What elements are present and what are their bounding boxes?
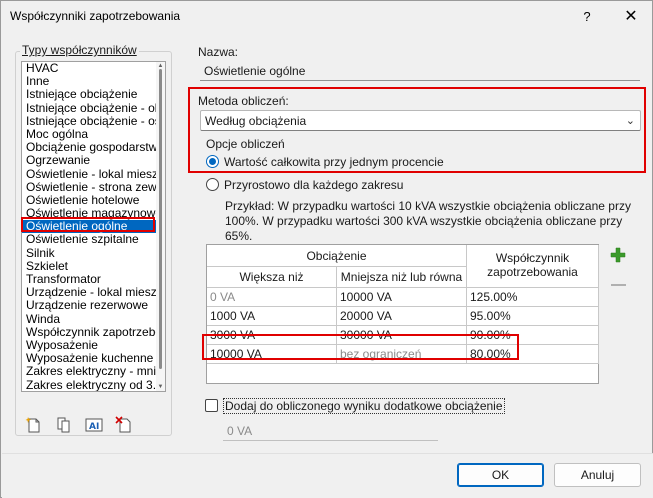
list-item[interactable]: Zakres elektryczny - mniej r (22, 365, 157, 378)
header-greater-than: Większa niż (207, 267, 337, 288)
list-item[interactable]: Winda (22, 313, 157, 326)
ok-button[interactable]: OK (457, 463, 544, 487)
factor-types-list[interactable]: HVAC Inne Istniejące obciążenie Istniejące … (21, 61, 166, 392)
window-title: Współczynniki zapotrzebowania (10, 9, 181, 23)
radio-total-single-percent-label[interactable]: Wartość całkowita przy jednym procencie (224, 155, 444, 169)
method-dropdown[interactable]: Według obciążenia ⌄ (200, 110, 641, 131)
row2-factor[interactable]: 95.00% (467, 307, 599, 326)
radio-incremental[interactable] (206, 178, 219, 191)
list-item[interactable]: Transformator (22, 273, 157, 286)
header-less-or-equal: Mniejsza niż lub równa (337, 267, 467, 288)
list-item[interactable]: Wyposażenie kuchenne - l (22, 352, 157, 365)
list-item[interactable]: Oświetlenie - lokal mieszkal (22, 168, 157, 181)
radio-incremental-label[interactable]: Przyrostowo dla każdego zakresu (224, 178, 403, 192)
row3-less[interactable]: 30000 VA (337, 326, 467, 345)
svg-text:AI: AI (89, 422, 99, 432)
list-item[interactable]: Oświetlenie - strona zewnęt (22, 181, 157, 194)
additional-load-checkbox[interactable] (205, 399, 218, 412)
row4-factor[interactable]: 80.00% (467, 345, 599, 364)
list-scrollbar[interactable]: ▲ ▼ (156, 62, 165, 391)
list-item[interactable]: Inne (22, 75, 157, 88)
list-item[interactable]: Oświetlenie hotelowe (22, 194, 157, 207)
method-dropdown-value: Według obciążenia (205, 114, 307, 128)
row1-less[interactable]: 10000 VA (337, 288, 467, 307)
add-row-icon[interactable] (610, 247, 626, 263)
list-item[interactable]: Obciążenie gospodarstwa r (22, 141, 157, 154)
list-item[interactable]: Oświetlenie magazynowe (22, 207, 157, 220)
list-items: HVAC Inne Istniejące obciążenie Istniejące … (22, 62, 157, 392)
row2-greater[interactable]: 1000 VA (207, 307, 337, 326)
list-item[interactable]: HVAC (22, 62, 157, 75)
radio-total-single-percent[interactable] (206, 155, 219, 168)
row1-greater: 0 VA (207, 288, 337, 307)
name-label: Nazwa: (198, 45, 239, 59)
scroll-thumb[interactable] (159, 69, 162, 369)
name-field: Oświetlenie ogólne (200, 61, 640, 81)
close-button[interactable]: ✕ (617, 5, 645, 29)
options-group-label: Opcje obliczeń (206, 137, 285, 151)
header-demand-factor: Współczynnik zapotrzebowania (467, 245, 599, 288)
additional-load-label[interactable]: Dodaj do obliczonego wyniku dodatkowe ob… (223, 398, 505, 414)
cancel-button[interactable]: Anuluj (554, 463, 641, 487)
row2-less[interactable]: 20000 VA (337, 307, 467, 326)
delete-type-icon[interactable] (115, 416, 133, 434)
row1-factor[interactable]: 125.00% (467, 288, 599, 307)
row4-greater[interactable]: 10000 VA (207, 345, 337, 364)
list-item[interactable]: Istniejące obciążenie - obci (22, 102, 157, 115)
scroll-down-icon[interactable]: ▼ (157, 384, 164, 390)
list-item[interactable]: Szkielet (22, 260, 157, 273)
list-item[interactable]: Współczynnik zapotrzebow (22, 326, 157, 339)
rename-type-icon[interactable]: AI (85, 416, 103, 434)
load-ranges-table[interactable]: Obciążenie Współczynnik zapotrzebowania … (206, 244, 599, 384)
method-label: Metoda obliczeń: (198, 94, 289, 108)
row4-less: bez ograniczeń (337, 345, 467, 364)
list-item[interactable]: Istniejące obciążenie (22, 88, 157, 101)
list-item[interactable]: Wyposażenie (22, 339, 157, 352)
factor-types-label: Typy współczynników (20, 43, 139, 57)
list-item[interactable]: Urządzenie rezerwowe (22, 299, 157, 312)
list-item[interactable]: Urządzenie - lokal mieszkal (22, 286, 157, 299)
list-item[interactable]: Moc ogólna (22, 128, 157, 141)
title-bar: Współczynniki zapotrzebowania ? ✕ (1, 1, 652, 33)
duplicate-type-icon[interactable] (55, 416, 73, 434)
chevron-down-icon: ⌄ (625, 115, 635, 127)
list-item[interactable]: Oświetlenie szpitalne (22, 233, 157, 246)
new-type-icon[interactable] (25, 416, 43, 434)
row3-greater[interactable]: 3000 VA (207, 326, 337, 345)
list-item[interactable]: Ogrzewanie (22, 154, 157, 167)
list-item[interactable]: Oświetlenie ogólne (22, 220, 157, 234)
demand-factors-dialog: Współczynniki zapotrzebowania ? ✕ Typy w… (0, 0, 653, 498)
remove-row-icon[interactable] (611, 284, 626, 286)
example-text: Przykład: W przypadku wartości 10 kVA ws… (225, 199, 631, 243)
row3-factor[interactable]: 90.00% (467, 326, 599, 345)
list-item[interactable]: Istniejące obciążenie - ośw (22, 115, 157, 128)
header-load: Obciążenie (207, 245, 467, 267)
list-item[interactable]: Silnik (22, 247, 157, 260)
additional-load-field: 0 VA (223, 421, 438, 441)
list-item[interactable]: Zakres elektryczny od 3.5 l (22, 379, 157, 392)
help-button[interactable]: ? (573, 5, 601, 29)
